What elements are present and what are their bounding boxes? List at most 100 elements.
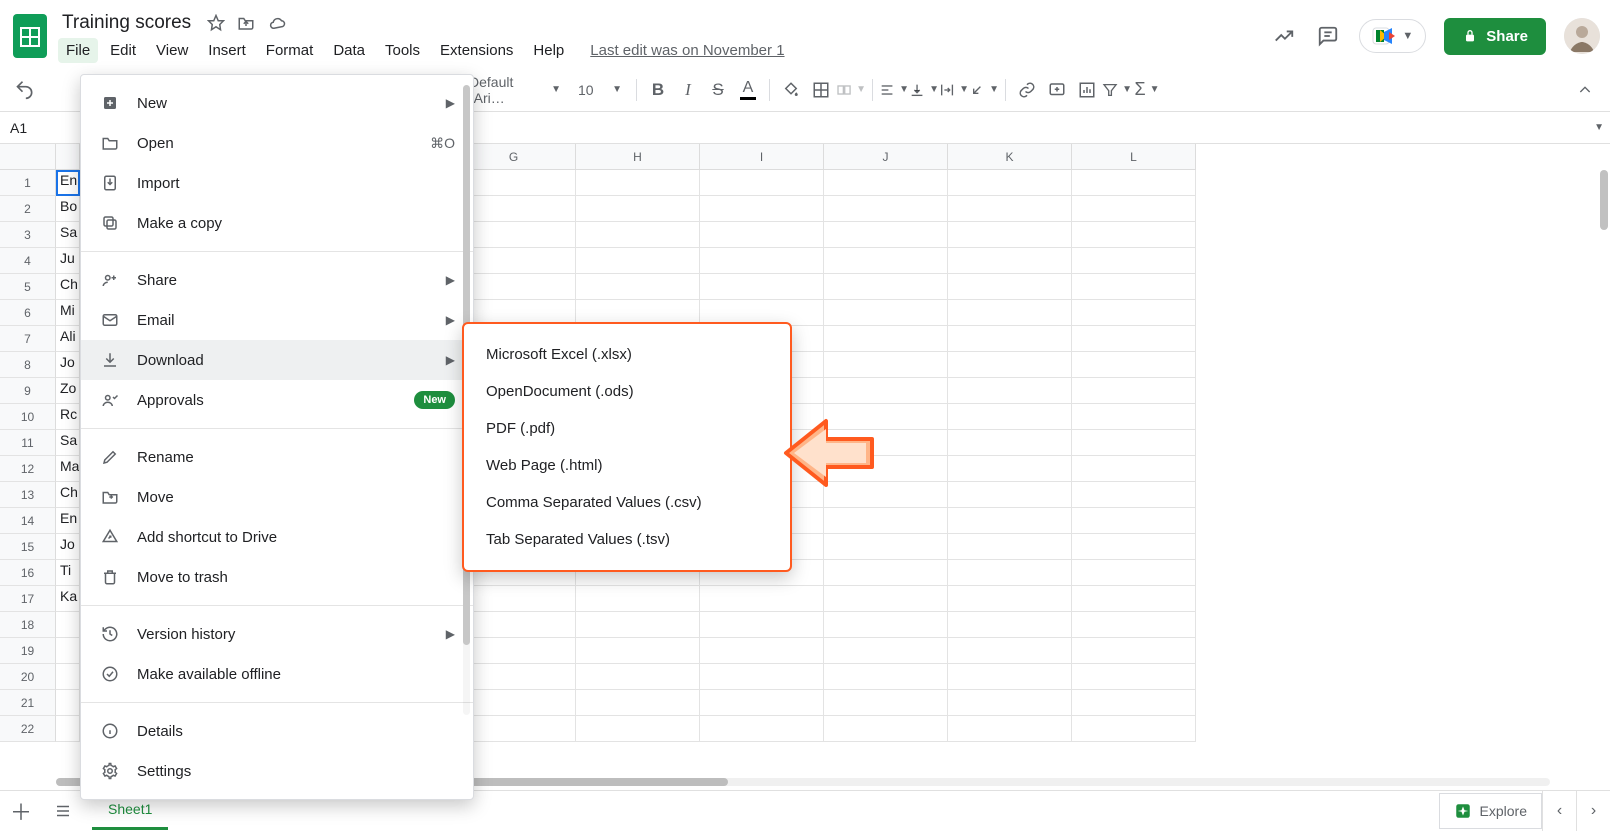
cell[interactable] — [700, 274, 824, 300]
cell[interactable] — [700, 664, 824, 690]
cell[interactable] — [56, 638, 80, 664]
cell[interactable]: Ka — [56, 586, 80, 612]
file-offline[interactable]: Make available offline — [81, 654, 473, 694]
row-header[interactable]: 2 — [0, 196, 56, 222]
share-button[interactable]: Share — [1444, 18, 1546, 55]
cell[interactable] — [948, 430, 1072, 456]
menu-extensions[interactable]: Extensions — [432, 38, 521, 63]
cell[interactable] — [700, 638, 824, 664]
menu-format[interactable]: Format — [258, 38, 322, 63]
cell[interactable] — [824, 638, 948, 664]
cell[interactable]: Ch — [56, 274, 80, 300]
cell[interactable] — [948, 612, 1072, 638]
cell[interactable] — [700, 196, 824, 222]
cell[interactable] — [1072, 404, 1196, 430]
cell[interactable] — [824, 222, 948, 248]
cell[interactable] — [948, 508, 1072, 534]
cell[interactable] — [1072, 690, 1196, 716]
cell[interactable] — [1072, 222, 1196, 248]
row-header[interactable]: 3 — [0, 222, 56, 248]
cell[interactable]: Zo — [56, 378, 80, 404]
row-header[interactable]: 9 — [0, 378, 56, 404]
file-approvals[interactable]: Approvals New — [81, 380, 473, 420]
file-settings[interactable]: Settings — [81, 751, 473, 791]
column-header[interactable]: H — [576, 144, 700, 170]
document-title[interactable]: Training scores — [58, 10, 195, 36]
merge-button[interactable]: ▼ — [836, 75, 866, 105]
cell[interactable]: Ali — [56, 326, 80, 352]
row-header[interactable]: 1 — [0, 170, 56, 196]
row-header[interactable]: 22 — [0, 716, 56, 742]
cell[interactable] — [824, 716, 948, 742]
row-header[interactable]: 7 — [0, 326, 56, 352]
cell[interactable] — [56, 612, 80, 638]
comments-icon[interactable] — [1315, 23, 1341, 49]
column-header[interactable]: I — [700, 144, 824, 170]
row-header[interactable]: 15 — [0, 534, 56, 560]
cell[interactable] — [824, 248, 948, 274]
file-email[interactable]: Email ▶ — [81, 300, 473, 340]
cell[interactable] — [1072, 300, 1196, 326]
cell[interactable] — [576, 170, 700, 196]
cell[interactable] — [1072, 326, 1196, 352]
file-new[interactable]: New ▶ — [81, 83, 473, 123]
cell[interactable] — [948, 456, 1072, 482]
cell[interactable] — [948, 482, 1072, 508]
cell[interactable]: Bo — [56, 196, 80, 222]
menu-view[interactable]: View — [148, 38, 196, 63]
file-import[interactable]: Import — [81, 163, 473, 203]
file-move[interactable]: Move — [81, 477, 473, 517]
cell[interactable] — [700, 222, 824, 248]
column-header[interactable]: J — [824, 144, 948, 170]
bold-button[interactable]: B — [643, 75, 673, 105]
sheet-nav-left[interactable]: ‹ — [1542, 791, 1576, 831]
cell[interactable]: Ma — [56, 456, 80, 482]
row-header[interactable]: 19 — [0, 638, 56, 664]
row-header[interactable]: 14 — [0, 508, 56, 534]
cell[interactable]: Jo — [56, 352, 80, 378]
font-size-selector[interactable]: 10 ▼ — [570, 78, 630, 102]
row-header[interactable]: 13 — [0, 482, 56, 508]
cell[interactable] — [576, 586, 700, 612]
cloud-status-icon[interactable] — [267, 14, 287, 32]
font-selector[interactable]: Default (Ari… ▼ — [460, 69, 570, 111]
vertical-align-button[interactable]: ▼ — [909, 75, 939, 105]
file-trash[interactable]: Move to trash — [81, 557, 473, 597]
cell[interactable] — [948, 586, 1072, 612]
cell[interactable] — [576, 248, 700, 274]
cell[interactable] — [700, 248, 824, 274]
column-header[interactable]: L — [1072, 144, 1196, 170]
cell[interactable]: Ch — [56, 482, 80, 508]
italic-button[interactable]: I — [673, 75, 703, 105]
file-details[interactable]: Details — [81, 711, 473, 751]
cell[interactable] — [1072, 534, 1196, 560]
cell[interactable] — [1072, 456, 1196, 482]
cell[interactable] — [948, 170, 1072, 196]
download-html[interactable]: Web Page (.html) — [464, 447, 790, 484]
cell[interactable] — [1072, 430, 1196, 456]
row-header[interactable]: 11 — [0, 430, 56, 456]
text-wrap-button[interactable]: ▼ — [939, 75, 969, 105]
cell[interactable] — [824, 170, 948, 196]
menu-edit[interactable]: Edit — [102, 38, 144, 63]
cell[interactable] — [948, 716, 1072, 742]
move-to-folder-icon[interactable] — [237, 14, 255, 32]
sheets-logo[interactable] — [10, 16, 50, 56]
cell[interactable] — [948, 404, 1072, 430]
cell[interactable] — [576, 664, 700, 690]
cell[interactable] — [948, 560, 1072, 586]
download-pdf[interactable]: PDF (.pdf) — [464, 410, 790, 447]
cell[interactable] — [56, 716, 80, 742]
collapse-toolbar-button[interactable] — [1570, 75, 1600, 105]
file-download[interactable]: Download ▶ — [81, 340, 473, 380]
vertical-scrollbar[interactable] — [1600, 170, 1608, 230]
activity-icon[interactable] — [1271, 23, 1297, 49]
file-version-history[interactable]: Version history ▶ — [81, 614, 473, 654]
cell[interactable] — [824, 508, 948, 534]
cell[interactable]: Mi — [56, 300, 80, 326]
cell[interactable] — [1072, 586, 1196, 612]
file-rename[interactable]: Rename — [81, 437, 473, 477]
cell[interactable] — [576, 638, 700, 664]
cell[interactable] — [824, 196, 948, 222]
cell[interactable]: Sa — [56, 430, 80, 456]
